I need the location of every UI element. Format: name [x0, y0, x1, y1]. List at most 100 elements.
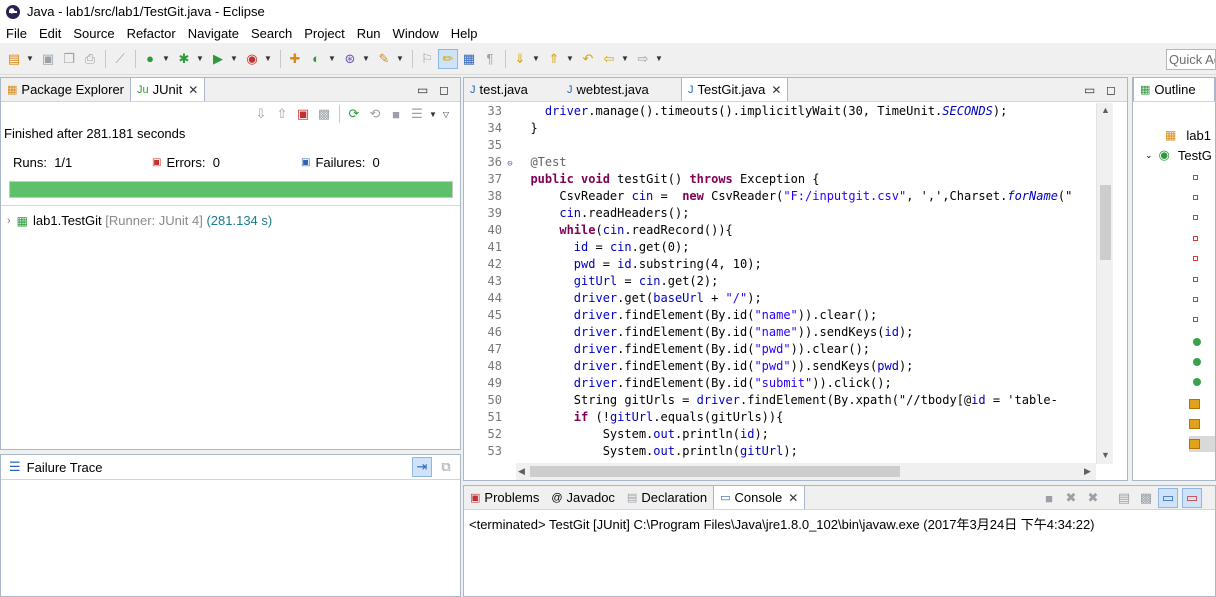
- code-line[interactable]: 44 driver.get(baseUrl + "/");: [464, 290, 1097, 307]
- code-line[interactable]: 53 System.out.println(gitUrl);: [464, 443, 1097, 460]
- code-line[interactable]: 42 pwd = id.substring(4, 10);: [464, 256, 1097, 273]
- next-failure-icon[interactable]: ⇩: [251, 104, 271, 124]
- code-line[interactable]: 37 public void testGit() throws Exceptio…: [464, 171, 1097, 188]
- code-line[interactable]: 46 driver.findElement(By.id("name")).sen…: [464, 324, 1097, 341]
- code-line[interactable]: 51 if (!gitUrl.equals(gitUrls)){: [464, 409, 1097, 426]
- menu-file[interactable]: File: [6, 26, 27, 41]
- code-line[interactable]: 49 driver.findElement(By.id("submit")).c…: [464, 375, 1097, 392]
- chevron-down-icon[interactable]: ▼: [25, 49, 35, 69]
- outline-item-class[interactable]: ⌄ ◉ TestG: [1145, 147, 1212, 163]
- minimize-icon[interactable]: ▭: [1084, 83, 1095, 97]
- chevron-down-icon[interactable]: ▼: [161, 49, 171, 69]
- forward-icon[interactable]: ⇨: [633, 49, 653, 69]
- minimize-icon[interactable]: ▭: [417, 83, 428, 97]
- chevron-down-icon[interactable]: ▼: [654, 49, 664, 69]
- skip-breakpoints-icon[interactable]: ⟋: [110, 49, 130, 69]
- tab-console[interactable]: ▭ Console ✕: [713, 486, 806, 509]
- horizontal-scrollbar[interactable]: ◀ ▶: [516, 463, 1096, 480]
- close-icon[interactable]: ✕: [788, 491, 798, 505]
- show-whitespace-icon[interactable]: ¶: [480, 49, 500, 69]
- maximize-icon[interactable]: ◻: [439, 83, 449, 97]
- code-line[interactable]: 39 cin.readHeaders();: [464, 205, 1097, 222]
- outline-item-package[interactable]: ▦ lab1: [1165, 127, 1211, 143]
- outline-member[interactable]: [1189, 416, 1200, 432]
- new-java-project-icon[interactable]: ✚: [285, 49, 305, 69]
- tab-package-explorer[interactable]: ▦ Package Explorer: [1, 78, 130, 101]
- vertical-scrollbar[interactable]: ▲ ▼: [1096, 103, 1113, 464]
- test-tree-item[interactable]: › ▦ lab1.TestGit [Runner: JUnit 4] (281.…: [7, 213, 272, 228]
- tab-outline[interactable]: ▦ Outline: [1133, 78, 1215, 101]
- debug-icon[interactable]: ✱: [174, 49, 194, 69]
- filter-stack-icon[interactable]: ⇥: [412, 457, 432, 477]
- chevron-down-icon[interactable]: ⌄: [1145, 150, 1153, 161]
- scroll-lock-icon[interactable]: ▩: [1136, 488, 1156, 508]
- code-line[interactable]: 38 CsvReader cin = new CsvReader("F:/inp…: [464, 188, 1097, 205]
- close-icon[interactable]: ✕: [771, 83, 781, 97]
- code-line[interactable]: 47 driver.findElement(By.id("pwd")).clea…: [464, 341, 1097, 358]
- menu-search[interactable]: Search: [251, 26, 292, 41]
- outline-member[interactable]: [1193, 311, 1198, 327]
- toggle-ant-icon[interactable]: ⚐: [417, 49, 437, 69]
- outline-member[interactable]: [1193, 291, 1198, 307]
- external-tools-icon[interactable]: ◉: [242, 49, 262, 69]
- save-all-icon[interactable]: ❐: [59, 49, 79, 69]
- close-icon[interactable]: ✕: [188, 83, 198, 97]
- chevron-down-icon[interactable]: ▼: [195, 49, 205, 69]
- code-line[interactable]: 35: [464, 137, 1097, 154]
- tab-problems[interactable]: ▣ Problems: [464, 486, 545, 509]
- outline-member[interactable]: [1193, 250, 1198, 266]
- scrollbar-thumb[interactable]: [530, 466, 900, 477]
- chevron-right-icon[interactable]: ›: [7, 215, 11, 227]
- new-java-package-icon[interactable]: ●: [140, 49, 160, 69]
- test-history-icon[interactable]: ☰: [407, 104, 427, 124]
- next-annotation-icon[interactable]: ⇓: [510, 49, 530, 69]
- new-icon[interactable]: ▤: [4, 49, 24, 69]
- code-line[interactable]: 34 }: [464, 120, 1097, 137]
- show-failures-only-icon[interactable]: ▣: [293, 104, 313, 124]
- code-line[interactable]: 52 System.out.println(id);: [464, 426, 1097, 443]
- code-line[interactable]: 41 id = cin.get(0);: [464, 239, 1097, 256]
- code-line[interactable]: 43 gitUrl = cin.get(2);: [464, 273, 1097, 290]
- outline-member[interactable]: [1193, 271, 1198, 287]
- rerun-failures-first-icon[interactable]: ⟲: [365, 104, 385, 124]
- view-menu-icon[interactable]: ▽: [441, 104, 451, 124]
- save-icon[interactable]: ▣: [38, 49, 58, 69]
- outline-member[interactable]: [1189, 436, 1215, 452]
- mark-occurrences-icon[interactable]: ✏: [438, 48, 458, 69]
- menu-help[interactable]: Help: [451, 26, 478, 41]
- remove-all-launches-icon[interactable]: ✖: [1083, 488, 1103, 508]
- tab-declaration[interactable]: ▤ Declaration: [621, 486, 713, 509]
- chevron-down-icon[interactable]: ▼: [428, 104, 438, 124]
- code-line[interactable]: 33 driver.manage().timeouts().implicitly…: [464, 103, 1097, 120]
- chevron-down-icon[interactable]: ▼: [229, 49, 239, 69]
- outline-member[interactable]: [1193, 354, 1201, 370]
- outline-member[interactable]: [1193, 230, 1198, 246]
- scroll-lock-icon[interactable]: ▩: [314, 104, 334, 124]
- new-class-icon[interactable]: ◐: [306, 49, 326, 69]
- show-on-output-icon[interactable]: ▭: [1158, 488, 1178, 508]
- open-type-icon[interactable]: ⊛: [340, 49, 360, 69]
- terminate-icon[interactable]: ■: [1039, 488, 1059, 508]
- menu-edit[interactable]: Edit: [39, 26, 61, 41]
- scroll-up-icon[interactable]: ▲: [1101, 105, 1110, 115]
- chevron-down-icon[interactable]: ▼: [565, 49, 575, 69]
- previous-failure-icon[interactable]: ⇧: [272, 104, 292, 124]
- tab-testgit-java[interactable]: J TestGit.java ✕: [681, 78, 789, 101]
- clear-console-icon[interactable]: ▤: [1114, 488, 1134, 508]
- scroll-down-icon[interactable]: ▼: [1101, 450, 1110, 460]
- menu-project[interactable]: Project: [304, 26, 344, 41]
- tab-junit[interactable]: Ju JUnit ✕: [130, 78, 206, 101]
- code-line[interactable]: 45 driver.findElement(By.id("name")).cle…: [464, 307, 1097, 324]
- tab-javadoc[interactable]: @ Javadoc: [545, 486, 621, 509]
- back-icon[interactable]: ⇦: [599, 49, 619, 69]
- tab-webtest-java[interactable]: J webtest.java: [561, 78, 681, 101]
- print-icon[interactable]: ⎙: [80, 49, 100, 69]
- compare-result-icon[interactable]: ⧉: [436, 457, 456, 477]
- chevron-down-icon[interactable]: ▼: [327, 49, 337, 69]
- code-line[interactable]: 36 ⊖ @Test: [464, 154, 1097, 171]
- outline-member[interactable]: [1193, 334, 1201, 350]
- previous-annotation-icon[interactable]: ⇑: [544, 49, 564, 69]
- chevron-down-icon[interactable]: ▼: [263, 49, 273, 69]
- tab-test-java[interactable]: J test.java: [464, 78, 561, 101]
- menu-navigate[interactable]: Navigate: [188, 26, 239, 41]
